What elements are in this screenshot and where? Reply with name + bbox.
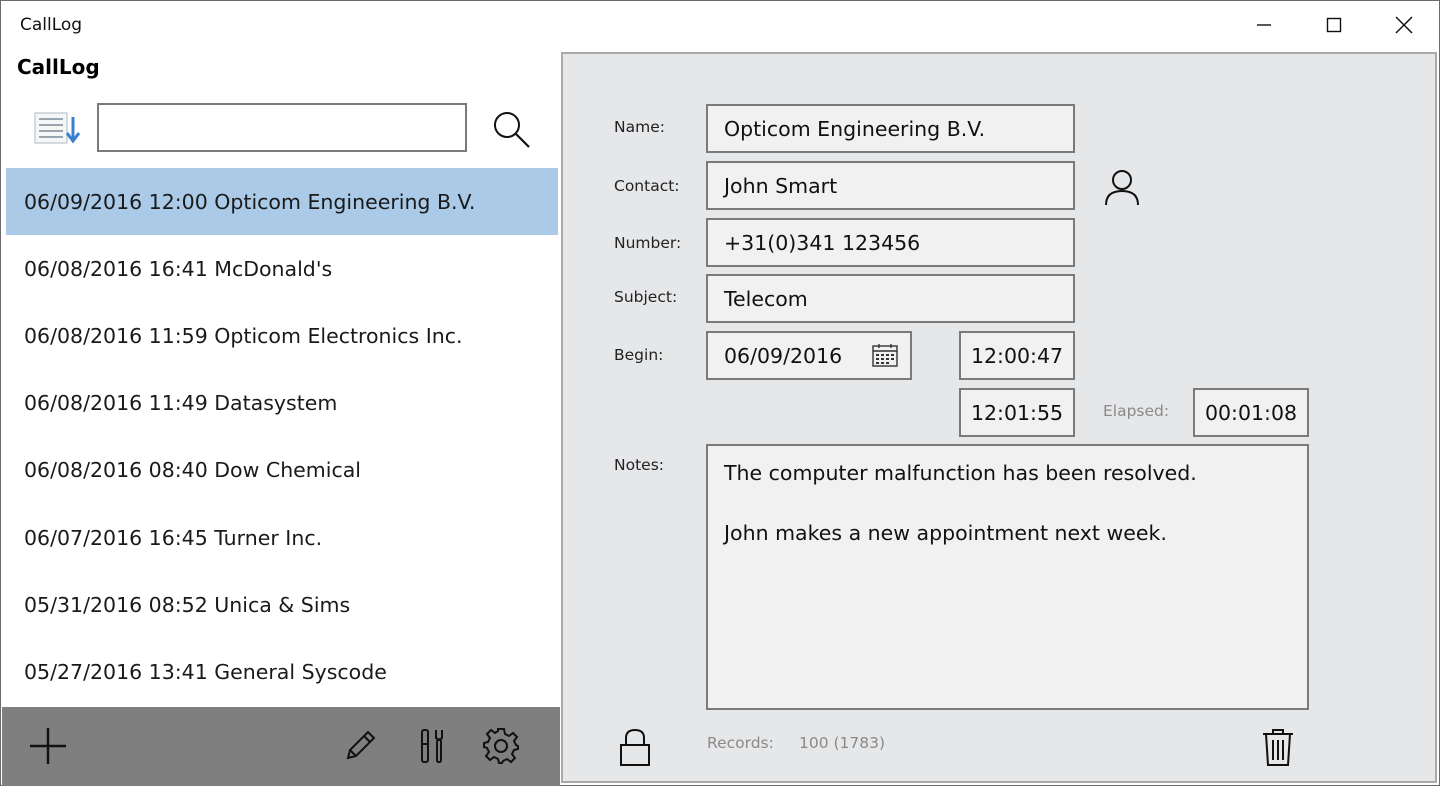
minimize-icon — [1257, 24, 1271, 26]
call-item-text: 06/08/2016 08:40 Dow Chemical — [24, 458, 361, 483]
subject-value: Telecom — [724, 286, 808, 311]
number-field[interactable]: +31(0)341 123456 — [706, 218, 1075, 267]
tools-icon — [421, 729, 443, 763]
maximize-button[interactable] — [1299, 1, 1369, 49]
call-list-item[interactable]: 06/09/2016 12:00 Opticom Engineering B.V… — [6, 168, 558, 236]
call-list: 06/09/2016 12:00 Opticom Engineering B.V… — [6, 168, 558, 706]
trash-icon — [1263, 729, 1293, 766]
close-icon — [1395, 16, 1413, 34]
call-item-text: 05/27/2016 13:41 General Syscode — [24, 659, 387, 684]
number-value: +31(0)341 123456 — [724, 230, 921, 255]
call-item-text: 05/31/2016 08:52 Unica & Sims — [24, 592, 351, 617]
add-button[interactable] — [23, 721, 73, 771]
begin-time-field[interactable]: 12:00:47 — [959, 331, 1075, 380]
call-item-text: 06/07/2016 16:45 Turner Inc. — [24, 525, 323, 550]
edit-button[interactable] — [335, 721, 385, 771]
end-time-value: 12:01:55 — [970, 400, 1064, 425]
elapsed-field: 00:01:08 — [1193, 388, 1309, 437]
end-time-field[interactable]: 12:01:55 — [959, 388, 1075, 437]
call-item-text: 06/08/2016 16:41 McDonald's — [24, 256, 333, 281]
person-icon — [1105, 170, 1139, 206]
call-list-item[interactable]: 05/27/2016 13:41 General Syscode — [6, 638, 558, 705]
name-label: Name: — [614, 118, 665, 136]
search-icon — [494, 112, 530, 148]
list-toolbar — [2, 707, 560, 786]
call-list-item[interactable]: 06/08/2016 08:40 Dow Chemical — [6, 437, 558, 504]
notes-textarea[interactable]: The computer malfunction has been resolv… — [706, 444, 1309, 710]
subject-field[interactable]: Telecom — [706, 274, 1075, 323]
contact-field[interactable]: John Smart — [706, 161, 1075, 210]
call-list-item[interactable]: 05/31/2016 08:52 Unica & Sims — [6, 571, 558, 638]
calendar-icon — [872, 344, 898, 367]
name-value: Opticom Engineering B.V. — [724, 116, 986, 141]
gear-icon — [483, 728, 519, 764]
begin-date-picker[interactable]: 06/09/2016 — [706, 331, 912, 380]
app-window: CallLog CallLog 06/09/2016 12:00 Opticom… — [0, 0, 1440, 786]
call-item-text: 06/09/2016 12:00 Opticom Engineering B.V… — [24, 189, 476, 214]
elapsed-value: 00:01:08 — [1204, 400, 1298, 425]
close-button[interactable] — [1369, 1, 1439, 49]
call-list-item[interactable]: 06/07/2016 16:45 Turner Inc. — [6, 504, 558, 571]
pencil-icon — [346, 730, 376, 760]
records-label: Records: — [707, 734, 774, 752]
begin-label: Begin: — [614, 346, 664, 364]
contact-value: John Smart — [724, 173, 838, 198]
call-list-item[interactable]: 06/08/2016 16:41 McDonald's — [6, 235, 558, 302]
sort-button[interactable] — [33, 109, 81, 149]
maximize-icon — [1326, 17, 1342, 33]
settings-button[interactable] — [476, 721, 526, 771]
sort-list-icon — [34, 112, 81, 144]
detail-pane: Name: Opticom Engineering B.V. Contact: … — [561, 52, 1437, 783]
begin-time-value: 12:00:47 — [970, 343, 1064, 368]
call-list-item[interactable]: 06/08/2016 11:59 Opticom Electronics Inc… — [6, 302, 558, 369]
search-input[interactable] — [97, 103, 467, 152]
name-field[interactable]: Opticom Engineering B.V. — [706, 104, 1075, 153]
notes-line: The computer malfunction has been resolv… — [724, 461, 1197, 485]
plus-icon — [30, 728, 66, 764]
call-list-item[interactable]: 06/08/2016 11:49 Datasystem — [6, 370, 558, 437]
call-item-text: 06/08/2016 11:59 Opticom Electronics Inc… — [24, 323, 463, 348]
notes-line — [724, 488, 1291, 518]
title-bar: CallLog — [1, 1, 1439, 49]
records-count: 100 (1783) — [799, 734, 886, 752]
app-header: CallLog — [17, 55, 100, 79]
window-title: CallLog — [20, 15, 83, 35]
call-item-text: 06/08/2016 11:49 Datasystem — [24, 391, 338, 416]
lock-icon — [620, 728, 650, 766]
notes-label: Notes: — [614, 456, 664, 474]
desktop-strip — [0, 786, 1440, 810]
contact-button[interactable] — [1099, 164, 1145, 210]
minimize-button[interactable] — [1229, 1, 1299, 49]
notes-line: John makes a new appointment next week. — [724, 521, 1167, 545]
contact-label: Contact: — [614, 177, 680, 195]
delete-button[interactable] — [1257, 724, 1299, 770]
lock-button[interactable] — [613, 724, 657, 770]
tools-button[interactable] — [407, 721, 457, 771]
subject-label: Subject: — [614, 288, 678, 306]
search-button[interactable] — [487, 107, 535, 151]
begin-date-value: 06/09/2016 — [724, 343, 843, 368]
elapsed-label: Elapsed: — [1103, 402, 1170, 420]
number-label: Number: — [614, 234, 682, 252]
